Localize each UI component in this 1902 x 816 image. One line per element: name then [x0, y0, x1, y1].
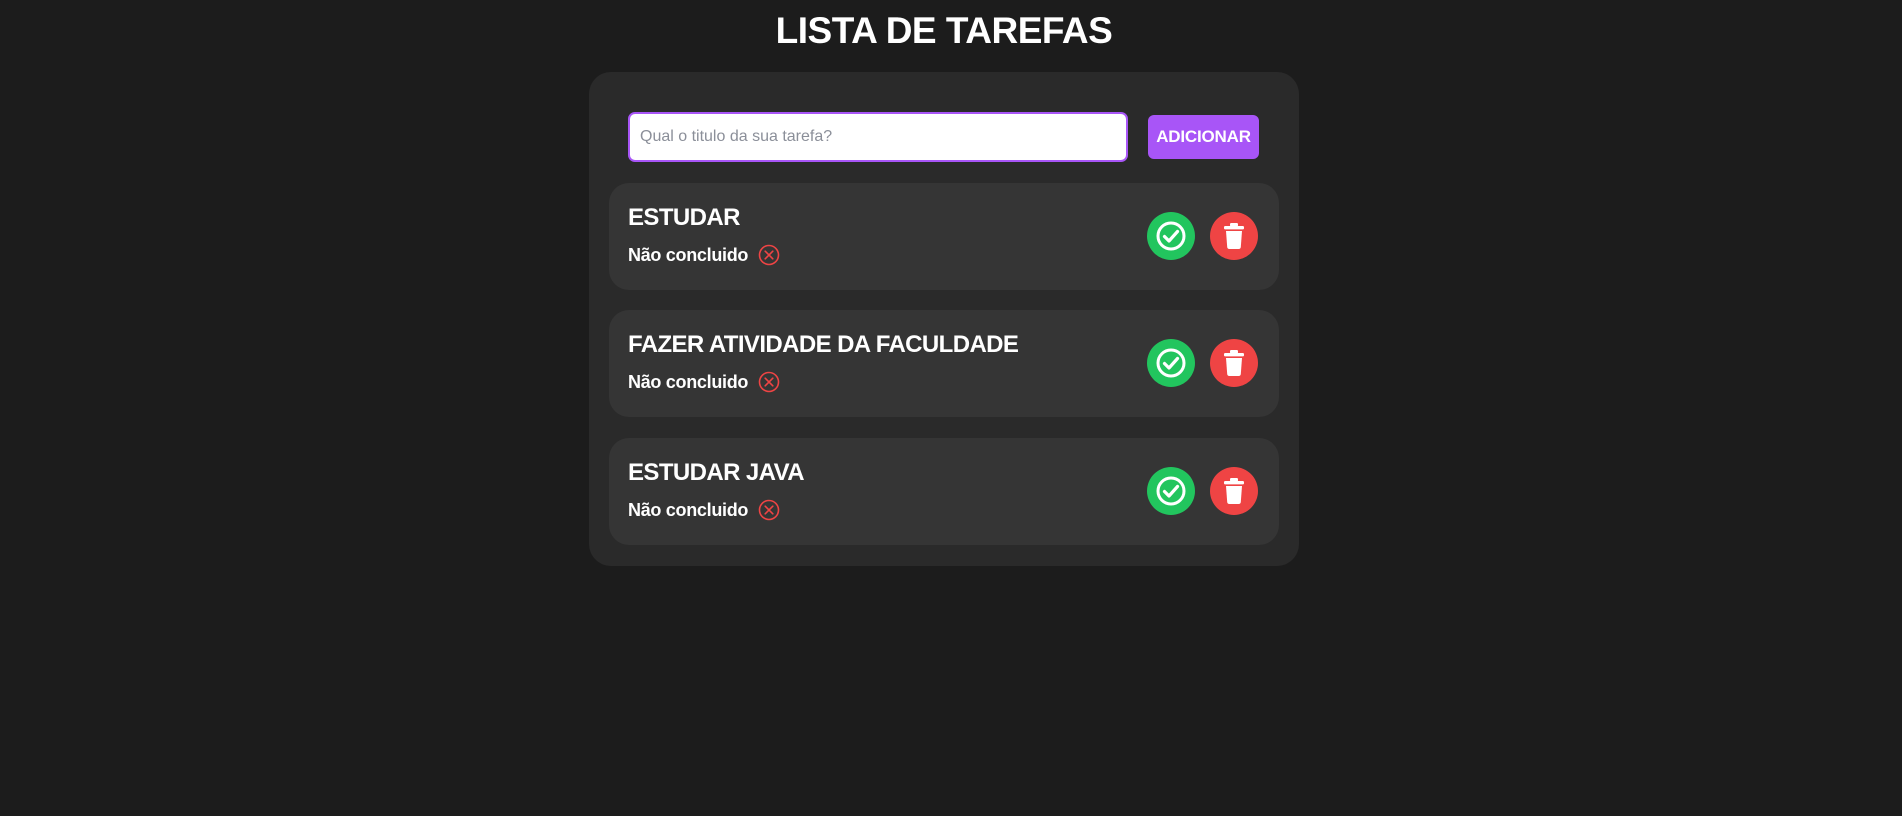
- task-title-input[interactable]: [628, 112, 1128, 162]
- delete-task-button[interactable]: [1210, 339, 1258, 387]
- add-task-button[interactable]: ADICIONAR: [1148, 115, 1259, 159]
- delete-task-button[interactable]: [1210, 212, 1258, 260]
- task-item: FAZER ATIVIDADE DA FACULDADE Não conclui…: [609, 310, 1279, 417]
- trash-icon: [1223, 223, 1245, 249]
- task-item: ESTUDAR JAVA Não concluido: [609, 438, 1279, 545]
- complete-task-button[interactable]: [1147, 467, 1195, 515]
- trash-icon: [1223, 478, 1245, 504]
- x-circle-icon: [758, 371, 780, 393]
- check-circle-icon: [1155, 220, 1187, 252]
- check-circle-icon: [1155, 347, 1187, 379]
- check-circle-icon: [1155, 475, 1187, 507]
- task-title: ESTUDAR JAVA: [628, 459, 805, 486]
- complete-task-button[interactable]: [1147, 339, 1195, 387]
- delete-task-button[interactable]: [1210, 467, 1258, 515]
- trash-icon: [1223, 350, 1245, 376]
- task-status: Não concluido: [628, 244, 780, 266]
- task-title: ESTUDAR: [628, 204, 740, 231]
- page: LISTA DE TAREFAS ADICIONAR ESTUDAR Não c…: [0, 0, 1902, 816]
- add-task-form: ADICIONAR: [628, 112, 1259, 162]
- task-status-label: Não concluido: [628, 499, 749, 520]
- page-title: LISTA DE TAREFAS: [775, 10, 1113, 51]
- complete-task-button[interactable]: [1147, 212, 1195, 260]
- x-circle-icon: [758, 244, 780, 266]
- task-item: ESTUDAR Não concluido: [609, 183, 1279, 290]
- task-status-label: Não concluido: [628, 371, 749, 392]
- task-status: Não concluido: [628, 371, 780, 393]
- x-circle-icon: [758, 499, 780, 521]
- task-status: Não concluido: [628, 499, 780, 521]
- task-title: FAZER ATIVIDADE DA FACULDADE: [628, 331, 1019, 358]
- task-list-card: ADICIONAR ESTUDAR Não concluido: [589, 72, 1299, 566]
- task-status-label: Não concluido: [628, 244, 749, 265]
